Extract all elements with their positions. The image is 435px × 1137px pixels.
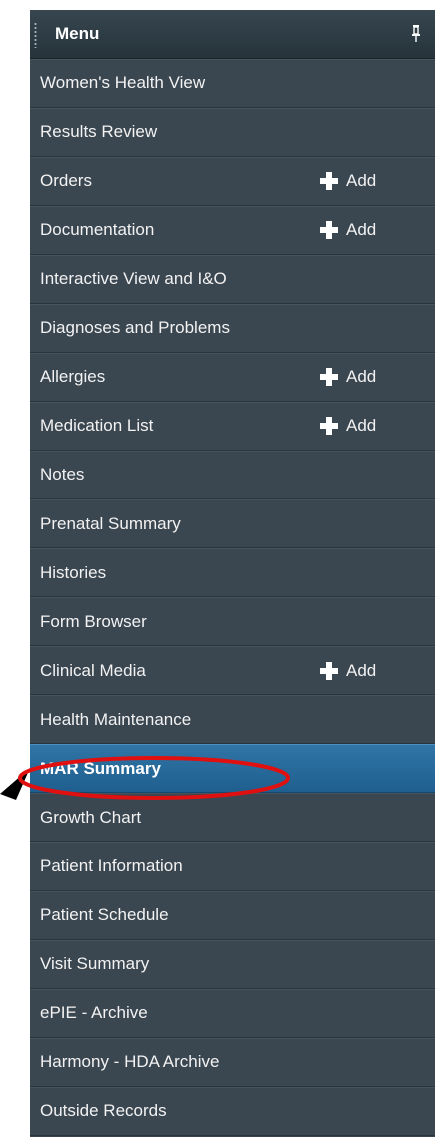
pin-icon[interactable] bbox=[411, 24, 421, 42]
plus-icon bbox=[320, 221, 338, 240]
menu-item-documentation[interactable]: Documentation Add bbox=[30, 205, 435, 255]
menu-item-harmony-hda-archive[interactable]: Harmony - HDA Archive bbox=[30, 1037, 435, 1087]
arrow-pointer-icon bbox=[0, 768, 30, 800]
menu-panel: Menu Women's Health View Results Review Or… bbox=[30, 10, 435, 1137]
menu-item-label: ePIE - Archive bbox=[40, 1003, 148, 1023]
menu-item-health-maintenance[interactable]: Health Maintenance bbox=[30, 695, 435, 745]
menu-item-growth-chart[interactable]: Growth Chart bbox=[30, 793, 435, 842]
menu-item-allergies[interactable]: Allergies Add bbox=[30, 352, 435, 402]
add-label: Add bbox=[346, 220, 377, 240]
menu-item-interactive-view-and-i-o[interactable]: Interactive View and I&O bbox=[30, 254, 435, 304]
plus-icon bbox=[320, 368, 338, 387]
add-allergies-button[interactable]: Add bbox=[320, 367, 376, 387]
menu-item-label: Visit Summary bbox=[40, 954, 150, 974]
menu-item-label: Form Browser bbox=[40, 611, 147, 631]
menu-item-label: Patient Schedule bbox=[40, 905, 169, 925]
menu-item-mar-summary[interactable]: MAR Summary bbox=[30, 744, 435, 794]
menu-item-label: Documentation bbox=[40, 220, 155, 240]
plus-icon bbox=[320, 661, 338, 680]
screenshot-stage: Menu Women's Health View Results Review Or… bbox=[0, 0, 435, 1137]
menu-item-form-browser[interactable]: Form Browser bbox=[30, 597, 435, 647]
menu-item-label: Harmony - HDA Archive bbox=[40, 1052, 220, 1072]
menu-item-label: Orders bbox=[40, 171, 92, 191]
menu-item-label: Notes bbox=[40, 464, 85, 484]
menu-item-label: Women's Health View bbox=[40, 73, 206, 93]
menu-item-label: Clinical Media bbox=[40, 660, 146, 680]
menu-item-label: Medication List bbox=[40, 416, 154, 436]
plus-icon bbox=[320, 172, 338, 191]
menu-item-outside-records[interactable]: Outside Records bbox=[30, 1086, 435, 1136]
menu-item-prenatal-summary[interactable]: Prenatal Summary bbox=[30, 499, 435, 549]
menu-title: Menu bbox=[55, 24, 100, 43]
menu-items-list: Women's Health View Results Review Orders A… bbox=[30, 59, 435, 1136]
menu-item-label: MAR Summary bbox=[40, 758, 161, 778]
menu-item-orders[interactable]: Orders Add bbox=[30, 156, 435, 206]
menu-item-label: Histories bbox=[40, 562, 107, 582]
menu-item-epie-archive[interactable]: ePIE - Archive bbox=[30, 988, 435, 1038]
menu-item-diagnoses-and-problems[interactable]: Diagnoses and Problems bbox=[30, 303, 435, 353]
add-label: Add bbox=[346, 416, 377, 436]
menu-header: Menu bbox=[30, 10, 435, 59]
menu-item-histories[interactable]: Histories bbox=[30, 548, 435, 598]
add-documentation-button[interactable]: Add bbox=[320, 220, 376, 240]
plus-icon bbox=[320, 417, 338, 436]
menu-item-clinical-media[interactable]: Clinical Media Add bbox=[30, 646, 435, 696]
menu-item-notes[interactable]: Notes bbox=[30, 450, 435, 500]
menu-item-results-review[interactable]: Results Review bbox=[30, 107, 435, 157]
menu-item-patient-information[interactable]: Patient Information bbox=[30, 842, 435, 891]
menu-item-label: Growth Chart bbox=[40, 807, 142, 827]
menu-item-label: Diagnoses and Problems bbox=[40, 318, 230, 338]
menu-item-patient-schedule[interactable]: Patient Schedule bbox=[30, 890, 435, 940]
menu-item-label: Interactive View and I&O bbox=[40, 269, 227, 289]
add-clinical-media-button[interactable]: Add bbox=[320, 661, 376, 681]
menu-item-medication-list[interactable]: Medication List Add bbox=[30, 401, 435, 451]
add-orders-button[interactable]: Add bbox=[320, 171, 376, 191]
menu-item-label: Patient Information bbox=[40, 856, 183, 876]
add-label: Add bbox=[346, 660, 377, 680]
menu-item-label: Results Review bbox=[40, 122, 158, 142]
add-label: Add bbox=[346, 171, 377, 191]
menu-item-label: Outside Records bbox=[40, 1101, 167, 1121]
menu-item-visit-summary[interactable]: Visit Summary bbox=[30, 939, 435, 989]
add-medication-list-button[interactable]: Add bbox=[320, 416, 376, 436]
menu-item-label: Health Maintenance bbox=[40, 709, 192, 729]
menu-item-label: Prenatal Summary bbox=[40, 513, 181, 533]
menu-item-label: Allergies bbox=[40, 367, 106, 387]
menu-item-women-s-health-view[interactable]: Women's Health View bbox=[30, 59, 435, 108]
add-label: Add bbox=[346, 367, 377, 387]
drag-grip-icon[interactable] bbox=[34, 22, 37, 48]
